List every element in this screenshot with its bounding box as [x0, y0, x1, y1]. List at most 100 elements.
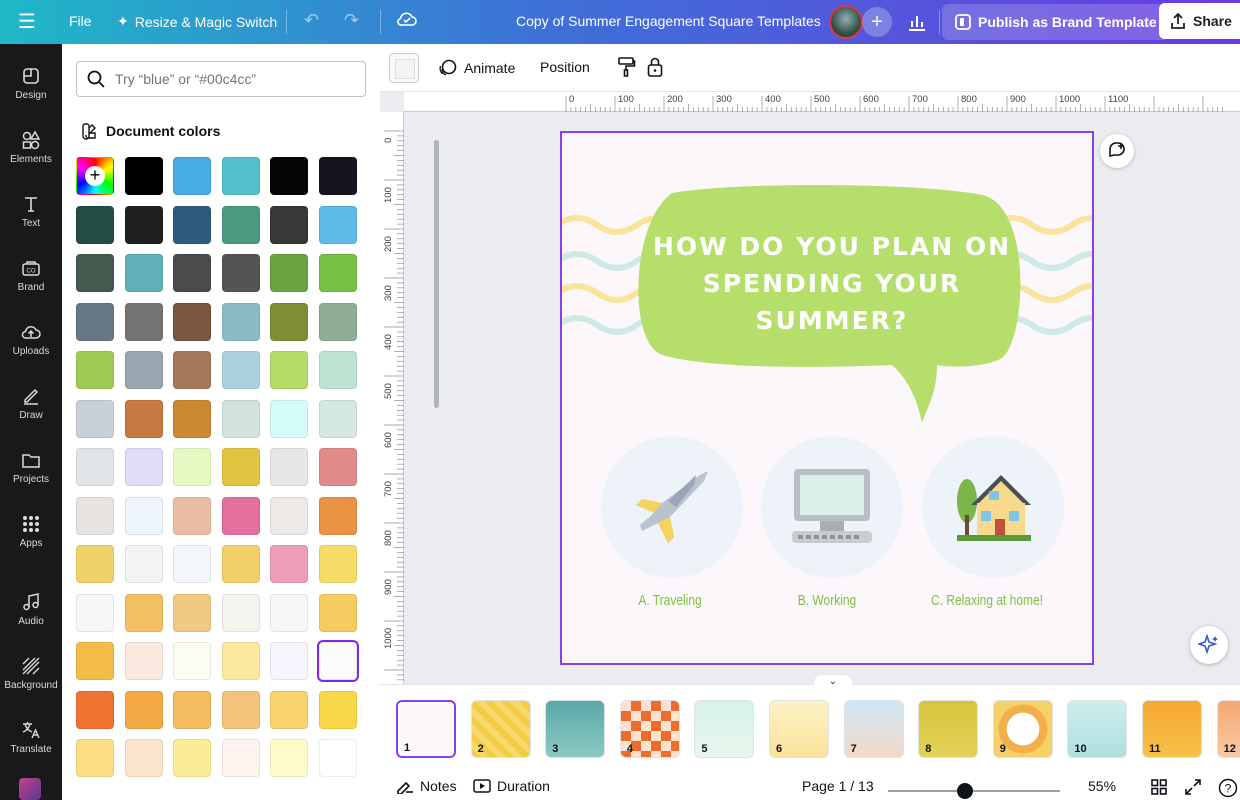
color-swatch[interactable] — [221, 448, 260, 486]
color-swatch[interactable] — [173, 545, 211, 583]
color-swatch[interactable] — [173, 739, 211, 777]
color-swatch[interactable] — [221, 254, 260, 292]
color-swatch[interactable] — [270, 593, 308, 632]
color-swatch[interactable] — [173, 593, 211, 632]
rail-apps[interactable]: Apps — [0, 508, 62, 564]
color-swatch[interactable] — [270, 690, 308, 729]
color-swatch[interactable] — [221, 399, 260, 438]
color-swatch[interactable] — [124, 302, 163, 341]
zoom-level[interactable]: 55% — [1088, 778, 1116, 794]
undo-icon[interactable]: ↶ — [304, 10, 319, 31]
rail-draw[interactable]: Draw — [0, 380, 62, 436]
color-swatch[interactable] — [173, 642, 211, 680]
color-swatch[interactable] — [270, 545, 308, 583]
menu-icon[interactable]: ☰ — [18, 10, 44, 34]
animate-button[interactable]: Animate — [438, 59, 515, 77]
color-swatch[interactable] — [318, 545, 357, 583]
insights-icon[interactable] — [900, 7, 934, 37]
page-thumbnail[interactable]: 10 — [1067, 700, 1128, 758]
fullscreen-icon[interactable] — [1184, 778, 1202, 796]
color-swatch[interactable] — [221, 157, 260, 195]
zoom-slider[interactable] — [888, 783, 1060, 799]
color-swatch[interactable] — [76, 205, 114, 244]
page-thumbnail[interactable]: 3 — [545, 700, 606, 758]
color-swatch[interactable] — [318, 448, 357, 486]
color-swatch[interactable] — [124, 496, 163, 535]
color-swatch[interactable] — [76, 399, 114, 438]
page-thumbnail[interactable]: 6 — [769, 700, 829, 758]
magic-assistant-button[interactable] — [1190, 626, 1228, 664]
color-swatch[interactable] — [270, 254, 308, 292]
color-swatch[interactable] — [270, 448, 308, 486]
color-swatch[interactable] — [270, 739, 308, 777]
color-swatch[interactable] — [76, 545, 114, 583]
add-comment-button[interactable] — [1100, 134, 1134, 168]
page-thumbnail[interactable]: 2 — [470, 700, 531, 758]
page-thumbnail[interactable]: 7 — [843, 700, 904, 758]
home-circle[interactable] — [922, 436, 1064, 578]
help-icon[interactable]: ? — [1218, 778, 1238, 798]
rail-elements[interactable]: Elements — [0, 124, 62, 180]
color-swatch[interactable] — [124, 351, 163, 389]
color-swatch[interactable] — [124, 448, 163, 486]
option-c[interactable]: C. Relaxing at home! — [927, 592, 1047, 609]
question-text[interactable]: How do you plan on spending your summer? — [652, 228, 1012, 339]
color-swatch[interactable] — [124, 205, 163, 244]
rail-text[interactable]: Text — [0, 188, 62, 244]
page-indicator[interactable]: Page 1 / 13 — [802, 778, 874, 794]
color-swatch[interactable] — [221, 545, 260, 583]
page-thumbnail[interactable]: 5 — [694, 700, 755, 758]
color-swatch[interactable] — [76, 739, 114, 777]
traveling-circle[interactable] — [601, 436, 743, 578]
color-swatch[interactable] — [76, 690, 114, 729]
invite-plus-icon[interactable]: + — [862, 7, 892, 37]
share-button[interactable]: Share — [1159, 3, 1240, 39]
color-swatch[interactable] — [318, 157, 357, 195]
add-color-button[interactable]: + — [76, 157, 114, 195]
color-swatch[interactable] — [124, 690, 163, 729]
color-swatch[interactable] — [221, 351, 260, 389]
color-swatch[interactable] — [173, 496, 211, 535]
working-circle[interactable] — [761, 436, 903, 578]
cloud-saved-icon[interactable] — [396, 10, 418, 28]
rail-audio[interactable]: Audio — [0, 586, 62, 642]
rail-brand[interactable]: CO Brand — [0, 252, 62, 308]
color-swatch[interactable] — [76, 351, 114, 389]
color-swatch[interactable] — [124, 739, 163, 777]
color-swatch[interactable] — [221, 496, 260, 535]
color-swatch[interactable] — [76, 254, 114, 292]
page-thumbnail[interactable]: 9 — [992, 700, 1053, 758]
rail-projects[interactable]: Projects — [0, 444, 62, 500]
color-swatch[interactable] — [221, 739, 260, 777]
color-swatch[interactable] — [270, 496, 308, 535]
color-swatch[interactable] — [173, 205, 211, 244]
color-swatch[interactable] — [221, 205, 260, 244]
color-swatch[interactable] — [221, 593, 260, 632]
color-swatch[interactable] — [270, 642, 308, 680]
color-swatch[interactable] — [318, 399, 357, 438]
duration-button[interactable]: Duration — [473, 778, 550, 794]
lock-icon[interactable] — [646, 56, 664, 78]
search-input[interactable] — [115, 71, 355, 87]
document-title[interactable]: Copy of Summer Engagement Square Templat… — [516, 13, 821, 29]
color-swatch[interactable] — [270, 302, 308, 341]
rail-uploads[interactable]: Uploads — [0, 316, 62, 372]
color-swatch[interactable] — [173, 690, 211, 729]
option-b[interactable]: B. Working — [787, 592, 867, 609]
position-button[interactable]: Position — [540, 59, 590, 75]
file-menu[interactable]: File — [69, 13, 92, 29]
color-swatch[interactable] — [318, 254, 357, 292]
color-swatch[interactable] — [76, 448, 114, 486]
color-swatch[interactable] — [318, 739, 357, 777]
color-swatch[interactable] — [124, 593, 163, 632]
panel-scrollbar[interactable] — [434, 140, 439, 408]
color-swatch[interactable] — [124, 157, 163, 195]
color-swatch[interactable] — [76, 593, 114, 632]
page-thumbnail[interactable]: 12 — [1216, 700, 1240, 758]
redo-icon[interactable]: ↷ — [344, 10, 359, 31]
notes-button[interactable]: Notes — [396, 778, 457, 794]
resize-button[interactable]: ✦ Resize & Magic Switch — [117, 13, 277, 30]
color-swatch[interactable] — [318, 205, 357, 244]
zoom-slider-handle[interactable] — [957, 783, 974, 799]
color-swatch[interactable] — [221, 302, 260, 341]
